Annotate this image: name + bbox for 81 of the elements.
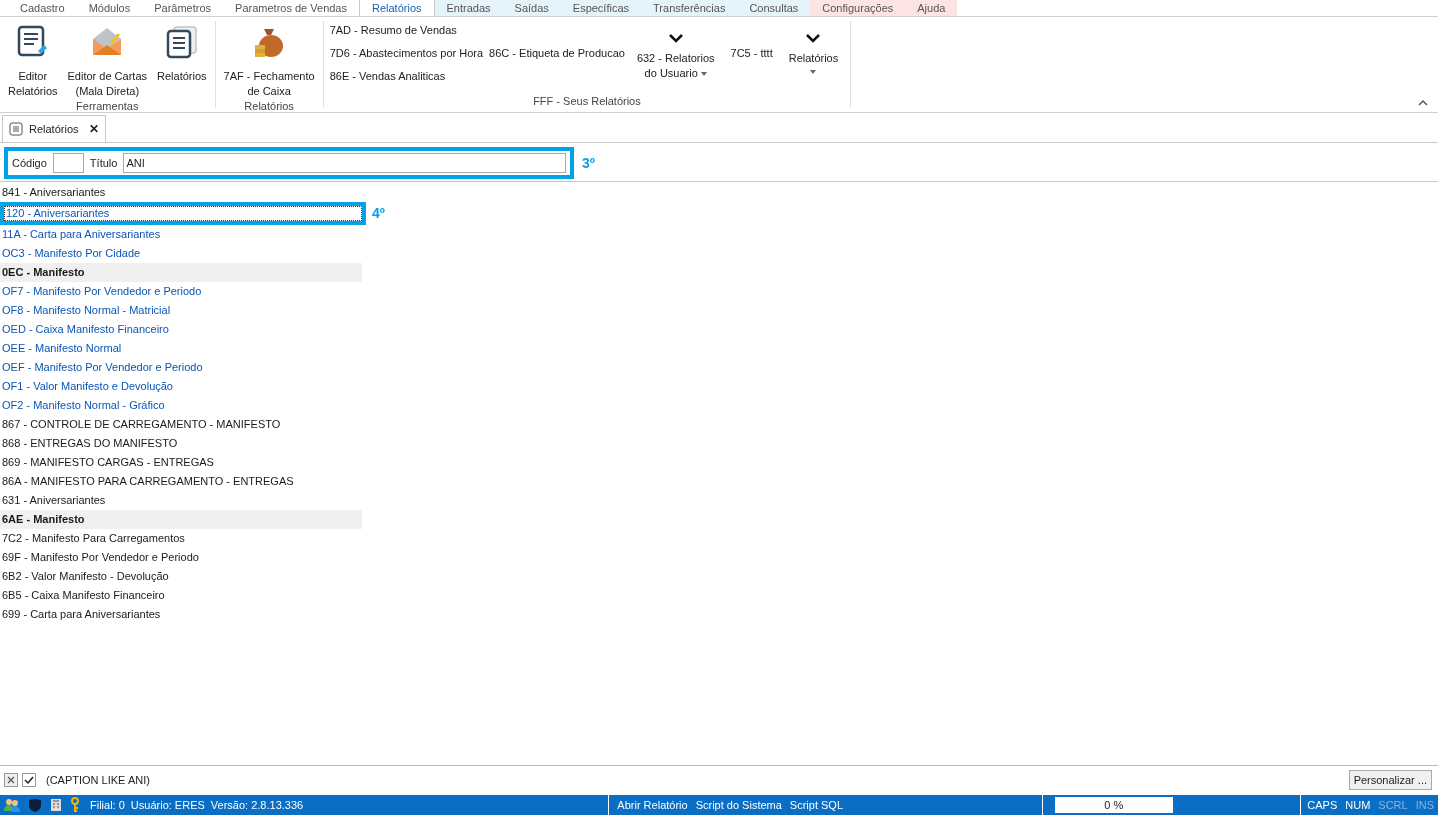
dropdown-button[interactable]: Relatórios (782, 21, 845, 74)
report-item[interactable]: OEE - Manifesto Normal (0, 339, 362, 358)
ribbon-button[interactable]: Editor Relatórios (4, 21, 62, 99)
status-text: Usuário: ERES (130, 797, 205, 813)
caret-icon (700, 71, 707, 76)
key-icon[interactable] (70, 797, 80, 813)
status-text: Versão: 2.8.13.336 (210, 797, 304, 813)
customize-button[interactable]: Personalizar ... (1348, 770, 1432, 790)
progress-reading: 0 % (1104, 797, 1124, 813)
group-title: Relatórios (243, 99, 295, 113)
dropdown-button[interactable]: 632 - Relatorios do Usuario (630, 21, 721, 81)
report-item[interactable]: 841 - Aniversariantes (0, 183, 362, 202)
report-item[interactable]: OEF - Manifesto Por Vendedor e Periodo (0, 358, 362, 377)
menu-tab[interactable]: Ajuda (905, 0, 958, 16)
calculator-icon[interactable] (50, 798, 62, 812)
key-indicator: NUM (1345, 797, 1371, 813)
menu-tab[interactable]: Relatórios (359, 0, 435, 16)
report-item[interactable]: 86A - MANIFESTO PARA CARREGAMENTO - ENTREGAS (0, 472, 362, 491)
clear-filter-button[interactable] (4, 773, 18, 787)
report-item[interactable]: 699 - Carta para Aniversariantes (0, 605, 362, 624)
menu-tab[interactable]: Consultas (737, 0, 811, 16)
users-icon[interactable] (4, 798, 20, 812)
status-action[interactable]: Script SQL (789, 796, 844, 814)
key-indicator: SCRL (1378, 797, 1408, 813)
report-item[interactable]: 867 - CONTROLE DE CARREGAMENTO - MANIFESTO (0, 415, 362, 434)
collapse-icon (1418, 99, 1428, 106)
report-item[interactable]: 11A - Carta para Aniversariantes (0, 225, 362, 244)
report-link[interactable]: 7AD - Resumo de Vendas (329, 23, 484, 38)
title-field[interactable]: ANI (123, 153, 566, 173)
document-pen-icon (15, 25, 50, 59)
close-button[interactable]: ✕ (88, 120, 99, 138)
filter-expression: (CAPTION LIKE ANI) (46, 772, 150, 788)
status-action[interactable]: Abrir Relatório (617, 796, 688, 814)
group-header[interactable]: 6AE - Manifesto (0, 510, 362, 529)
report-item[interactable]: OED - Caixa Manifesto Financeiro (0, 320, 362, 339)
report-link[interactable]: 7C5 - tttt (726, 46, 777, 61)
menu-tab[interactable]: Entradas (434, 0, 503, 16)
report-item[interactable]: OF1 - Valor Manifesto e Devolução (0, 377, 362, 396)
key-indicator: CAPS (1307, 797, 1338, 813)
code-field[interactable] (52, 153, 84, 173)
chevron-down-icon (805, 33, 822, 43)
menu-tab[interactable]: Saídas (502, 0, 561, 16)
menu-tab[interactable]: Específicas (560, 0, 642, 16)
document-icon (9, 122, 23, 136)
caret-icon (810, 70, 817, 74)
document-tab[interactable]: Relatórios ✕ (2, 115, 106, 142)
group-header[interactable]: 0EC - Manifesto (0, 263, 362, 282)
key-indicator: INS (1415, 797, 1434, 813)
group-title: FFF - Seus Relatórios (532, 94, 642, 108)
report-item[interactable]: 7C2 - Manifesto Para Carregamentos (0, 529, 362, 548)
shield-icon[interactable] (28, 798, 42, 812)
report-item[interactable]: 6B5 - Caixa Manifesto Financeiro (0, 586, 362, 605)
report-item[interactable]: 868 - ENTREGAS DO MANIFESTO (0, 434, 362, 453)
report-link[interactable]: 7D6 - Abastecimentos por Hora (329, 46, 484, 61)
report-item[interactable]: 6B2 - Valor Manifesto - Devolução (0, 567, 362, 586)
report-item[interactable]: 631 - Aniversariantes (0, 491, 362, 510)
report-link[interactable]: 86C - Etiqueta de Producao (489, 46, 625, 61)
ribbon-button[interactable]: 7AF - Fechamento de Caixa (223, 21, 315, 99)
status-text: Filial: 0 (90, 797, 125, 813)
menu-tab[interactable]: Transferências (641, 0, 738, 16)
report-item[interactable]: 869 - MANIFESTO CARGAS - ENTREGAS (0, 453, 362, 472)
annotation-label: 3º (582, 153, 595, 173)
ribbon-button[interactable]: Relatórios (153, 21, 211, 84)
annotation-label: 4º (372, 204, 385, 223)
report-link[interactable]: 86E - Vendas Analiticas (329, 69, 484, 84)
code-label: Código (12, 155, 47, 171)
status-action[interactable]: Script do Sistema (695, 796, 782, 814)
chevron-down-icon (667, 33, 684, 43)
report-item[interactable]: OC3 - Manifesto Por Cidade (0, 244, 362, 263)
report-item[interactable]: OF2 - Manifesto Normal - Gráfico (0, 396, 362, 415)
report-item[interactable]: 120 - Aniversariantes (0, 202, 366, 225)
filter-checkbox[interactable] (22, 773, 36, 787)
ribbon-button[interactable]: Editor de Cartas (Mala Direta) (63, 21, 151, 99)
tab-label: Relatórios (29, 121, 79, 137)
documents-icon (164, 25, 199, 59)
title-label: Título (89, 155, 118, 171)
report-item[interactable]: OF8 - Manifesto Normal - Matricial (0, 301, 362, 320)
menu-tab[interactable]: Configurações (810, 0, 906, 16)
group-title: Ferramentas (75, 99, 140, 113)
report-item[interactable]: 69F - Manifesto Por Vendedor e Periodo (0, 548, 362, 567)
report-item[interactable]: OF7 - Manifesto Por Vendedor e Periodo (0, 282, 362, 301)
